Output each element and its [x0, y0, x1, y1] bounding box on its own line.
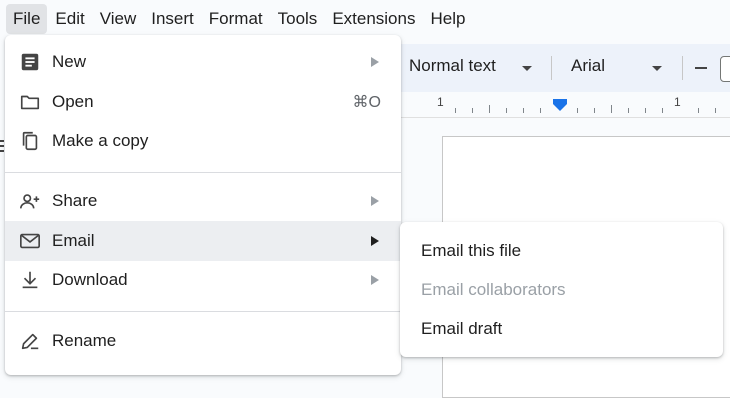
submenu-arrow-icon — [371, 275, 379, 285]
copy-icon — [22, 131, 38, 151]
submenu-item-email-collaborators: Email collaborators — [421, 280, 566, 299]
paragraph-style-select[interactable]: Normal text — [409, 56, 496, 76]
ruler-label: 1 — [674, 95, 681, 109]
menu-item-label: Download — [52, 270, 128, 289]
menu-format[interactable]: Format — [202, 4, 270, 34]
ruler-tick — [594, 108, 595, 113]
submenu-arrow-icon — [371, 236, 379, 246]
document-icon — [21, 53, 39, 71]
menu-item-label: Make a copy — [52, 131, 149, 150]
mail-icon — [20, 233, 40, 249]
font-select[interactable]: Arial — [571, 56, 605, 76]
menu-view[interactable]: View — [93, 4, 144, 34]
menu-item-label: Rename — [52, 331, 117, 350]
menu-item-email[interactable]: Email — [5, 221, 401, 261]
ruler-tick — [698, 108, 699, 113]
font-size-input[interactable] — [720, 56, 730, 82]
file-menu: New Open ⌘O Make a copy Share Email Down… — [5, 35, 401, 375]
ruler-tick — [455, 108, 456, 113]
menu-item-label: Share — [52, 191, 98, 210]
toolbar-divider — [551, 56, 552, 80]
download-icon — [22, 271, 38, 289]
menu-item-label: Open — [52, 92, 94, 111]
menu-help[interactable]: Help — [423, 4, 472, 34]
ruler: 1 1 — [400, 93, 730, 118]
submenu-arrow-icon — [371, 196, 379, 206]
menu-item-share[interactable]: Share — [5, 181, 401, 221]
ruler-tick — [645, 108, 646, 113]
ruler-tick — [628, 108, 629, 113]
submenu-item-email-this-file[interactable]: Email this file — [421, 241, 521, 261]
ruler-tick — [506, 108, 507, 113]
chevron-down-icon[interactable] — [652, 66, 662, 71]
folder-icon — [20, 95, 40, 110]
decrease-font-size-icon[interactable] — [695, 67, 707, 69]
menu-item-make-a-copy[interactable]: Make a copy — [5, 121, 401, 161]
ruler-tick — [611, 105, 612, 113]
menu-item-label: New — [52, 52, 87, 71]
ruler-tick — [540, 108, 541, 113]
menu-separator — [5, 172, 401, 173]
menu-tools[interactable]: Tools — [271, 4, 325, 34]
rename-icon — [21, 333, 39, 350]
menu-item-label: Email — [52, 231, 95, 250]
menu-item-download[interactable]: Download — [5, 260, 401, 300]
chevron-down-icon[interactable] — [522, 66, 532, 71]
submenu-arrow-icon — [371, 57, 379, 67]
menu-extensions[interactable]: Extensions — [325, 4, 422, 34]
outline-icon[interactable] — [0, 140, 4, 154]
ruler-tick — [662, 108, 663, 113]
menu-edit[interactable]: Edit — [48, 4, 91, 34]
keyboard-shortcut: ⌘O — [352, 94, 381, 111]
menu-file[interactable]: File — [6, 4, 48, 34]
indent-marker-triangle[interactable] — [553, 104, 567, 111]
toolbar-divider — [682, 56, 683, 80]
menu-insert[interactable]: Insert — [144, 4, 201, 34]
email-submenu: Email this file Email collaborators Emai… — [400, 222, 723, 357]
menu-item-new[interactable]: New — [5, 42, 401, 82]
ruler-tick — [577, 108, 578, 113]
person-add-icon — [20, 194, 40, 209]
ruler-tick — [523, 108, 524, 113]
toolbar: Normal text Arial — [400, 44, 730, 92]
ruler-label: 1 — [437, 95, 444, 109]
ruler-tick — [489, 105, 490, 113]
submenu-item-email-draft[interactable]: Email draft — [421, 319, 502, 339]
menu-item-rename[interactable]: Rename — [5, 321, 401, 361]
ruler-tick — [715, 108, 716, 113]
ruler-tick — [472, 108, 473, 113]
menu-bar: File Edit View Insert Format Tools Exten… — [0, 0, 730, 38]
menu-separator — [5, 311, 401, 312]
menu-item-open[interactable]: Open ⌘O — [5, 82, 401, 122]
